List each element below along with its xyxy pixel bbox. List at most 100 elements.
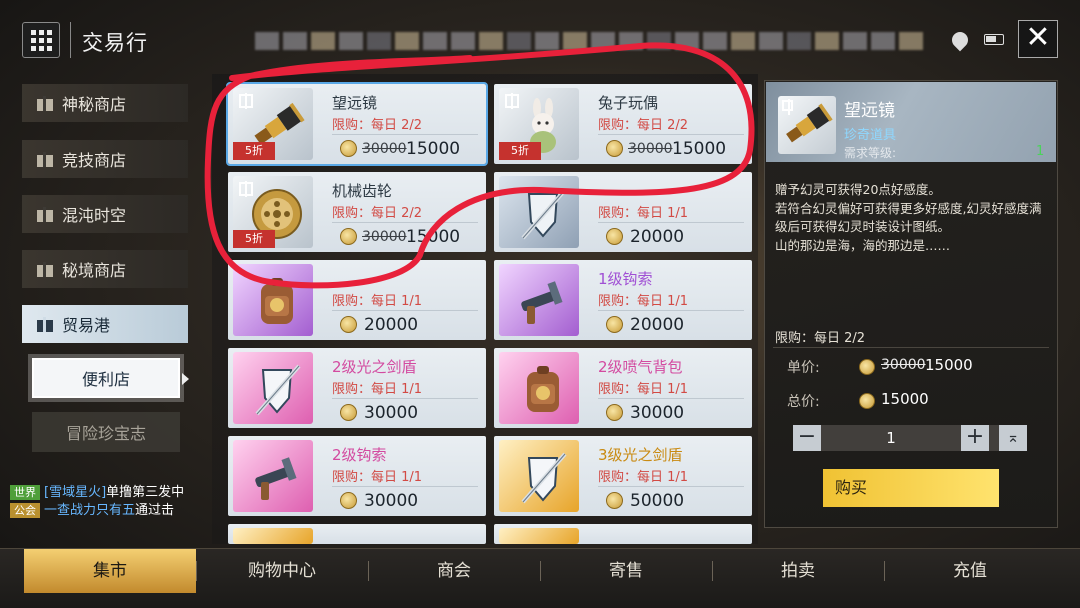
- detail-thumb: [778, 96, 836, 154]
- tab-market[interactable]: 集市: [24, 549, 196, 593]
- item-thumb: [499, 352, 579, 424]
- divider: [332, 222, 478, 223]
- unit-price: 15000: [925, 356, 973, 374]
- product-card[interactable]: 2级钩索 限购：每日 1/1 30000: [228, 436, 486, 516]
- chat-channel-guild: 公会: [10, 503, 40, 518]
- item-price: 30000: [364, 403, 419, 423]
- tab-recharge[interactable]: 充值: [884, 549, 1056, 593]
- detail-item-name: 望远镜: [844, 101, 895, 121]
- item-price: 20000: [630, 227, 685, 247]
- item-limit: 限购：每日 1/1: [598, 206, 689, 221]
- subshop-convenience[interactable]: 便利店: [32, 358, 180, 398]
- item-thumb: [499, 264, 579, 336]
- product-card[interactable]: 限购：每日 1/1 20000: [494, 172, 752, 252]
- desc-line: 赠予幻灵可获得20点好感度。: [775, 182, 941, 197]
- shop-item-secret[interactable]: 秘境商店: [22, 250, 188, 288]
- bottom-tab-bar: 集市 购物中心 商会 寄售 拍卖 充值: [0, 548, 1080, 608]
- coin-icon: [340, 140, 357, 157]
- chat-feed[interactable]: 世界 [雪域星火]单撸第三发中 公会 一查战力只有五通过击: [10, 484, 210, 544]
- item-limit: 限购：每日 1/1: [598, 382, 689, 397]
- divider: [332, 310, 478, 311]
- item-name: 望远镜: [332, 94, 378, 112]
- item-thumb: [233, 440, 313, 512]
- item-name: 2级喷气背包: [598, 358, 683, 376]
- gift-tag-icon: [239, 181, 253, 197]
- divider: [332, 398, 478, 399]
- caret-right-icon: [182, 373, 189, 385]
- item-price: 30000: [630, 403, 685, 423]
- close-button[interactable]: ✕: [1018, 20, 1058, 58]
- desc-line: 若符合幻灵偏好可获得更多好感度,幻灵好感度满级后可获得幻灵时装设计图纸。: [775, 200, 1042, 235]
- shop-item-mystery[interactable]: 神秘商店: [22, 84, 188, 122]
- plus-button[interactable]: +: [961, 425, 989, 451]
- coin-icon: [606, 140, 623, 157]
- detail-header: 望远镜 珍奇道具 需求等级: 1: [766, 82, 1056, 162]
- coin-icon: [340, 316, 357, 333]
- tab-consignment[interactable]: 寄售: [540, 549, 712, 593]
- discount-badge: 5折: [499, 142, 541, 160]
- shop-item-arena[interactable]: 竞技商店: [22, 140, 188, 178]
- product-card[interactable]: 5折 望远镜 限购：每日 2/2 30000 15000: [226, 82, 488, 166]
- divider: [598, 222, 744, 223]
- item-name: 2级钩索: [332, 446, 387, 464]
- grappling-hook-icon: [521, 281, 563, 324]
- item-name: 1级钩索: [598, 270, 653, 288]
- minus-button[interactable]: −: [793, 425, 821, 451]
- top-bar: 交易行 ✕: [0, 0, 1080, 72]
- shop-item-label: 混沌时空: [62, 206, 127, 225]
- shop-item-chaos[interactable]: 混沌时空: [22, 195, 188, 233]
- discount-badge: 5折: [233, 142, 275, 160]
- product-card[interactable]: 3级光之剑盾 限购：每日 1/1 50000: [494, 436, 752, 516]
- item-name: 兔子玩偶: [598, 94, 659, 112]
- chat-line: 世界 [雪域星火]单撸第三发中: [10, 484, 210, 502]
- shield-sword-icon: [521, 188, 567, 240]
- product-card[interactable]: 5折 机械齿轮 限购：每日 2/2 30000 15000: [228, 172, 486, 252]
- max-quantity-button[interactable]: ⌅: [999, 425, 1027, 451]
- divider: [773, 347, 1049, 348]
- product-grid[interactable]: 5折 望远镜 限购：每日 2/2 30000 15000 5折 兔子玩偶 限购：…: [212, 74, 758, 544]
- detail-level-value: 1: [1036, 144, 1045, 159]
- coin-icon: [340, 492, 357, 509]
- grappling-hook-icon: [255, 457, 297, 500]
- item-limit: 限购：每日 1/1: [598, 470, 689, 485]
- divider: [332, 486, 478, 487]
- item-limit: 限购：每日 1/1: [332, 470, 423, 485]
- product-card-partial[interactable]: [228, 524, 486, 544]
- chat-text: 单撸第三发中: [106, 485, 185, 500]
- tab-auction[interactable]: 拍卖: [712, 549, 884, 593]
- old-price: 30000: [362, 141, 407, 157]
- coin-icon: [340, 404, 357, 421]
- product-card[interactable]: 2级喷气背包 限购：每日 1/1 30000: [494, 348, 752, 428]
- item-price: 20000: [364, 315, 419, 335]
- subshop-adventure[interactable]: 冒险珍宝志: [32, 412, 180, 452]
- product-card-partial[interactable]: [494, 524, 752, 544]
- chat-username[interactable]: [雪域星火]: [44, 485, 106, 500]
- shop-item-trade-port[interactable]: 贸易港: [22, 305, 188, 343]
- product-card[interactable]: 限购：每日 1/1 20000: [228, 260, 486, 340]
- chat-channel-world: 世界: [10, 485, 40, 500]
- product-card[interactable]: 5折 兔子玩偶 限购：每日 2/2 30000 15000: [494, 84, 752, 164]
- item-price: 15000: [406, 227, 461, 247]
- discount-badge: 5折: [233, 230, 275, 248]
- gift-tag-icon: [782, 99, 793, 115]
- item-thumb: [233, 264, 313, 336]
- shop-item-label: 秘境商店: [62, 261, 127, 280]
- item-detail-panel: 望远镜 珍奇道具 需求等级: 1 赠予幻灵可获得20点好感度。 若符合幻灵偏好可…: [764, 80, 1058, 528]
- item-thumb: [499, 176, 579, 248]
- tab-guild[interactable]: 商会: [368, 549, 540, 593]
- grid-menu-icon[interactable]: [22, 22, 60, 58]
- item-thumb: 5折: [233, 88, 313, 160]
- shop-item-label: 竞技商店: [62, 151, 127, 170]
- quantity-value[interactable]: 1: [821, 429, 961, 447]
- chat-username[interactable]: 一查战力只有五: [44, 503, 135, 518]
- coin-icon: [859, 359, 875, 375]
- buy-button[interactable]: 购买: [823, 469, 999, 507]
- page-title: 交易行: [82, 31, 148, 55]
- item-thumb: 5折: [233, 176, 313, 248]
- product-card[interactable]: 2级光之剑盾 限购：每日 1/1 30000: [228, 348, 486, 428]
- backpack-icon: [261, 278, 293, 324]
- product-card[interactable]: 1级钩索 限购：每日 1/1 20000: [494, 260, 752, 340]
- coin-icon: [606, 228, 623, 245]
- tab-shopping-center[interactable]: 购物中心: [196, 549, 368, 593]
- item-limit: 限购：每日 1/1: [332, 294, 423, 309]
